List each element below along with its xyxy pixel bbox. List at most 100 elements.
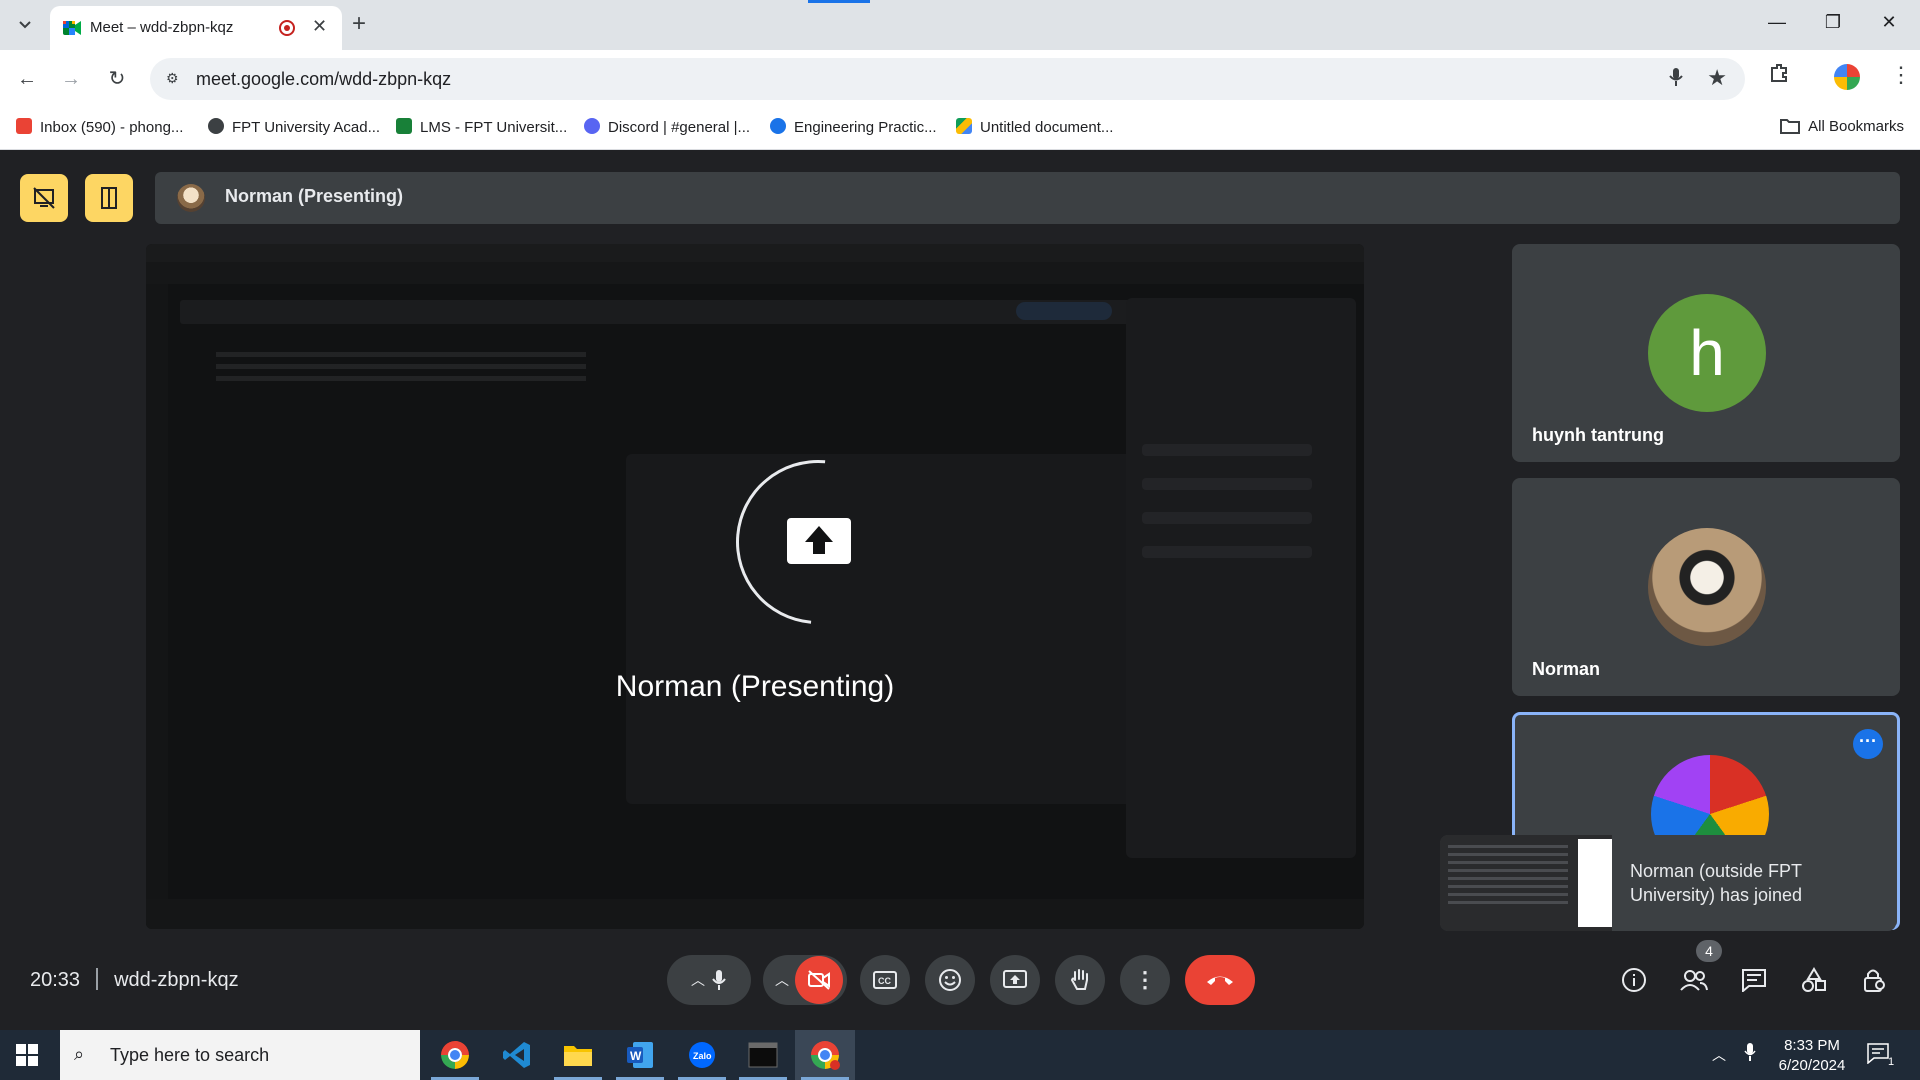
present-now-button[interactable] bbox=[990, 955, 1040, 1005]
hand-icon bbox=[1070, 969, 1088, 990]
info-icon bbox=[1622, 968, 1646, 992]
bookmark-inbox[interactable]: Inbox (590) - phong... bbox=[16, 118, 183, 136]
all-bookmarks-button[interactable]: All Bookmarks bbox=[1780, 118, 1904, 135]
word-icon: W bbox=[627, 1042, 653, 1068]
browser-menu-icon[interactable]: ⋮ bbox=[1890, 62, 1912, 88]
zalo-icon: Zalo bbox=[689, 1042, 715, 1068]
captions-icon: CC bbox=[873, 971, 897, 989]
shared-screen-row bbox=[1142, 478, 1312, 490]
avatar bbox=[1648, 528, 1766, 646]
browser-toolbar: ← → ↻ ⚙ meet.google.com/wdd-zbpn-kqz ★ ⋮ bbox=[0, 50, 1920, 108]
bookmark-discord[interactable]: Discord | #general |... bbox=[584, 118, 750, 136]
stop-presenting-chip[interactable] bbox=[20, 174, 68, 222]
shared-screen-row bbox=[1142, 444, 1312, 456]
taskbar-terminal[interactable] bbox=[733, 1030, 793, 1080]
participant-tile[interactable]: Norman bbox=[1512, 478, 1900, 696]
shared-screen-tabs bbox=[146, 244, 1364, 262]
windows-start-icon[interactable] bbox=[16, 1044, 38, 1066]
show-hidden-icons[interactable]: ︿ bbox=[1712, 1045, 1726, 1080]
chrome-icon bbox=[441, 1041, 469, 1069]
system-date: 6/20/2024 bbox=[1778, 1057, 1846, 1074]
camera-control[interactable]: ︿ bbox=[763, 955, 847, 1005]
google-drive-icon bbox=[956, 118, 972, 134]
minimize-button[interactable]: — bbox=[1754, 12, 1800, 33]
tab-title: Meet – wdd-zbpn-kqz bbox=[90, 19, 234, 36]
chat-button[interactable] bbox=[1734, 960, 1774, 1000]
more-options-button[interactable]: ⋮ bbox=[1120, 955, 1170, 1005]
shared-screen-stage[interactable]: Norman (Presenting) bbox=[146, 244, 1364, 929]
tab-strip: Meet – wdd-zbpn-kqz ✕ + — ❐ ✕ bbox=[0, 0, 1920, 50]
chevron-up-icon[interactable]: ︿ bbox=[775, 970, 789, 990]
url-text[interactable]: meet.google.com/wdd-zbpn-kqz bbox=[196, 69, 451, 90]
reload-button[interactable]: ↻ bbox=[102, 64, 132, 94]
microphone-tray-icon[interactable] bbox=[1744, 1042, 1756, 1080]
taskbar-search[interactable]: ⌕ Type here to search bbox=[60, 1030, 420, 1080]
system-clock[interactable]: 8:33 PM 6/20/2024 bbox=[1764, 1036, 1860, 1076]
svg-text:W: W bbox=[630, 1049, 642, 1063]
meeting-clock: 20:33 bbox=[30, 969, 81, 991]
restore-button[interactable]: ❐ bbox=[1810, 12, 1856, 33]
leave-call-button[interactable] bbox=[1185, 955, 1255, 1005]
terminal-icon bbox=[748, 1042, 778, 1068]
taskbar-chrome[interactable] bbox=[425, 1030, 485, 1080]
notification-count: 1 bbox=[1887, 1056, 1895, 1068]
recording-indicator-icon bbox=[279, 20, 295, 36]
screen-thumbnail bbox=[1440, 835, 1612, 931]
host-controls-button[interactable] bbox=[1854, 960, 1894, 1000]
folder-icon bbox=[1780, 119, 1801, 134]
taskbar-word[interactable]: W bbox=[610, 1030, 670, 1080]
taskbar-chrome-active[interactable] bbox=[795, 1030, 855, 1080]
folder-icon bbox=[564, 1046, 592, 1066]
svg-text:CC: CC bbox=[878, 976, 891, 986]
active-tab[interactable]: Meet – wdd-zbpn-kqz ✕ bbox=[50, 6, 342, 50]
reactions-button[interactable] bbox=[925, 955, 975, 1005]
bookmark-fpt-academic[interactable]: FPT University Acad... bbox=[208, 118, 380, 136]
new-tab-button[interactable]: + bbox=[352, 10, 366, 38]
shared-screen-text bbox=[216, 352, 586, 386]
shared-screen-people-panel bbox=[1126, 298, 1356, 858]
presenting-label: Norman (Presenting) bbox=[615, 670, 895, 703]
bookmark-engineering[interactable]: Engineering Practic... bbox=[770, 118, 937, 136]
lock-person-icon bbox=[1864, 969, 1885, 992]
taskbar-vscode[interactable] bbox=[487, 1030, 547, 1080]
shapes-icon bbox=[1802, 967, 1826, 992]
forward-button[interactable]: → bbox=[56, 64, 86, 94]
camera-off-button[interactable] bbox=[795, 956, 843, 1004]
shared-screen-row bbox=[1142, 546, 1312, 558]
chevron-up-icon[interactable]: ︿ bbox=[691, 970, 705, 990]
discord-icon bbox=[584, 118, 600, 134]
meeting-code: wdd-zbpn-kqz bbox=[114, 969, 239, 991]
shared-screen-sidebar bbox=[146, 284, 168, 929]
participant-name: Norman bbox=[1532, 659, 1601, 679]
taskbar-search-placeholder: Type here to search bbox=[110, 1045, 270, 1065]
extensions-icon[interactable] bbox=[1768, 62, 1790, 90]
present-screen-icon bbox=[1003, 970, 1027, 988]
people-button[interactable] bbox=[1674, 960, 1714, 1000]
site-info-icon[interactable]: ⚙ bbox=[166, 70, 179, 87]
close-tab-icon[interactable]: ✕ bbox=[312, 16, 327, 37]
raise-hand-button[interactable] bbox=[1055, 955, 1105, 1005]
participant-tile[interactable]: h huynh tantrung bbox=[1512, 244, 1900, 462]
layout-chip[interactable] bbox=[85, 174, 133, 222]
taskbar-file-explorer[interactable] bbox=[548, 1030, 608, 1080]
presenter-banner: Norman (Presenting) bbox=[155, 172, 1900, 224]
back-button[interactable]: ← bbox=[12, 64, 42, 94]
close-window-button[interactable]: ✕ bbox=[1866, 12, 1912, 33]
bookmark-star-icon[interactable]: ★ bbox=[1707, 65, 1727, 91]
profile-avatar[interactable] bbox=[1834, 64, 1860, 90]
microphone-icon[interactable] bbox=[1669, 67, 1683, 92]
join-message: Norman (outside FPT University) has join… bbox=[1630, 861, 1803, 905]
people-icon bbox=[1680, 970, 1708, 991]
tab-search-button[interactable] bbox=[10, 11, 40, 39]
microphone-control[interactable]: ︿ bbox=[667, 955, 751, 1005]
taskbar-zalo[interactable]: Zalo bbox=[672, 1030, 732, 1080]
more-vert-icon: ⋮ bbox=[1134, 967, 1156, 992]
address-bar[interactable]: ⚙ meet.google.com/wdd-zbpn-kqz ★ bbox=[150, 58, 1745, 100]
activities-button[interactable] bbox=[1794, 960, 1834, 1000]
present-screen-icon bbox=[724, 468, 914, 618]
bookmark-untitled-document[interactable]: Untitled document... bbox=[956, 118, 1113, 136]
bookmark-lms[interactable]: LMS - FPT Universit... bbox=[396, 118, 567, 136]
meeting-details-button[interactable] bbox=[1614, 960, 1654, 1000]
captions-button[interactable]: CC bbox=[860, 955, 910, 1005]
more-options-button[interactable]: ··· bbox=[1853, 729, 1883, 759]
